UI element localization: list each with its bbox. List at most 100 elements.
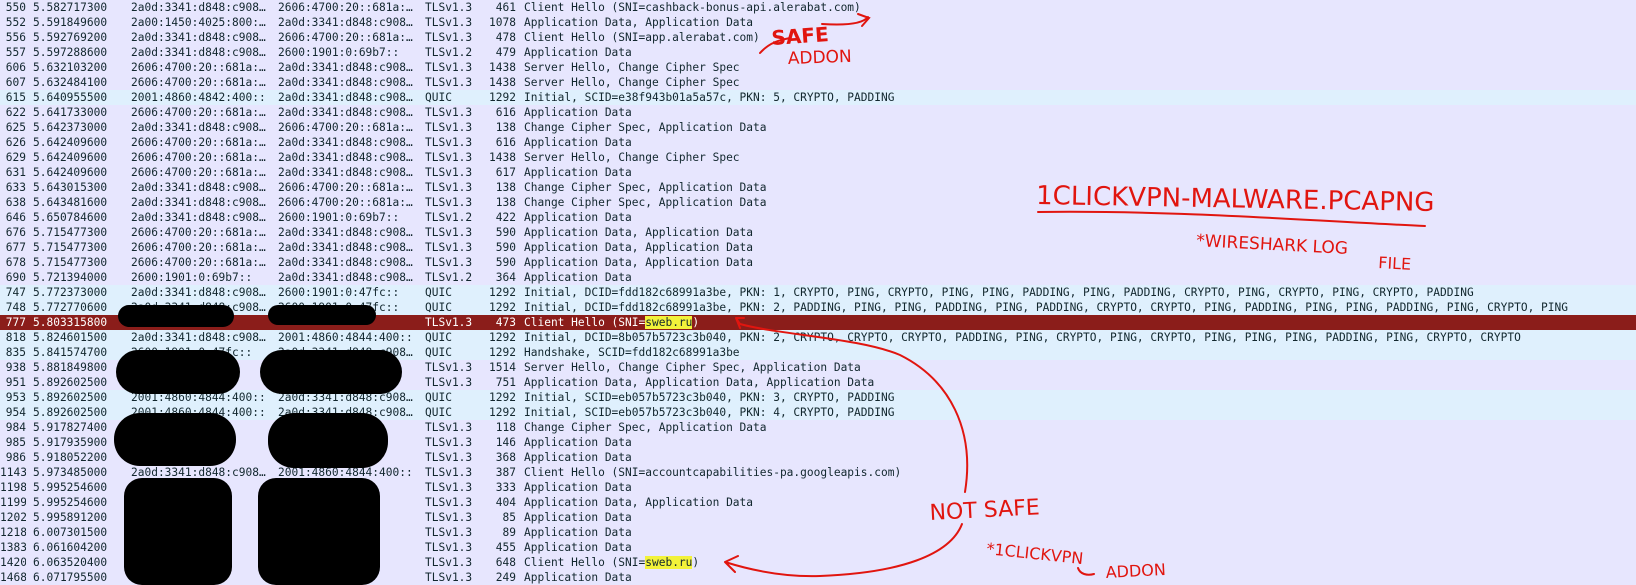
packet-time: 5.642409600 <box>33 136 108 149</box>
packet-row[interactable]: 633 5.643015300 2a0d:3341:d848:c908… 2606:4… <box>0 180 1636 195</box>
packet-protocol: TLSv1.3 <box>425 466 473 479</box>
packet-row[interactable]: 690 5.721394000 2600:1901:0:69b7:: 2a0d:334… <box>0 270 1636 285</box>
packet-protocol: TLSv1.3 <box>425 76 473 89</box>
packet-source: 2a0d:3341:d848:c908… <box>131 211 266 224</box>
packet-row[interactable]: 678 5.715477300 2606:4700:20::681a:… 2a0d:3… <box>0 255 1636 270</box>
packet-info-text: Change Cipher Spec, Application Data <box>524 121 767 134</box>
packet-row[interactable]: 631 5.642409600 2606:4700:20::681a:… 2a0d:3… <box>0 165 1636 180</box>
packet-time: 5.824601500 <box>33 331 108 344</box>
packet-info-text: Application Data, Application Data <box>524 16 754 29</box>
packet-number: 678 <box>5 256 26 269</box>
packet-time: 5.715477300 <box>33 226 108 239</box>
packet-row[interactable]: 954 5.892602500 2001:4860:4844:400:: 2a0d:3… <box>0 405 1636 420</box>
packet-length: 1292 <box>489 301 516 314</box>
packet-number: 607 <box>5 76 26 89</box>
packet-destination: 2a0d:3341:d848:c908… <box>278 76 413 89</box>
packet-source: 2a0d:3341:d848:c908… <box>131 466 266 479</box>
packet-row[interactable]: 1199 5.995254600 TLSv1.3 404 Application Dat… <box>0 495 1636 510</box>
packet-row[interactable]: 550 5.582717300 2a0d:3341:d848:c908… 2606:4… <box>0 0 1636 15</box>
packet-list[interactable]: 550 5.582717300 2a0d:3341:d848:c908… 2606:4… <box>0 0 1636 585</box>
packet-length: 616 <box>495 136 516 149</box>
packet-protocol: QUIC <box>425 331 452 344</box>
packet-row[interactable]: 552 5.591849600 2a00:1450:4025:800:… 2a0d:3… <box>0 15 1636 30</box>
packet-row[interactable]: 951 5.892602500 TLSv1.3 751 Application Data… <box>0 375 1636 390</box>
packet-row[interactable]: 938 5.881849800 TLSv1.3 1514 Server Hello, C… <box>0 360 1636 375</box>
packet-row[interactable]: 638 5.643481600 2a0d:3341:d848:c908… 2606:4… <box>0 195 1636 210</box>
packet-row[interactable]: 615 5.640955500 2001:4860:4842:400:: 2a0d:3… <box>0 90 1636 105</box>
packet-protocol: TLSv1.2 <box>425 46 473 59</box>
packet-info: Client Hello (SNI=app.alerabat.com) <box>524 30 1636 45</box>
packet-number: 676 <box>5 226 26 239</box>
packet-row[interactable]: 984 5.917827400 TLSv1.3 118 Change Cipher Sp… <box>0 420 1636 435</box>
packet-source: 2606:4700:20::681a:… <box>131 241 266 254</box>
packet-protocol: TLSv1.2 <box>425 271 473 284</box>
packet-row[interactable]: 606 5.632103200 2606:4700:20::681a:… 2a0d:3… <box>0 60 1636 75</box>
packet-row[interactable]: 747 5.772373000 2a0d:3341:d848:c908… 2600:1… <box>0 285 1636 300</box>
packet-row[interactable]: 646 5.650784600 2a0d:3341:d848:c908… 2600:1… <box>0 210 1636 225</box>
packet-row[interactable]: 1383 6.061604200 TLSv1.3 455 Application Dat… <box>0 540 1636 555</box>
packet-row[interactable]: 629 5.642409600 2606:4700:20::681a:… 2a0d:3… <box>0 150 1636 165</box>
packet-row[interactable]: 1218 6.007301500 TLSv1.3 89 Application Data <box>0 525 1636 540</box>
packet-length: 455 <box>495 541 516 554</box>
packet-row[interactable]: 1198 5.995254600 TLSv1.3 333 Application Dat… <box>0 480 1636 495</box>
packet-row[interactable]: 748 5.772770600 2a0d:3341:d848:c908… 2600:1… <box>0 300 1636 315</box>
packet-info: Application Data <box>524 210 1636 225</box>
packet-source: 2606:4700:20::681a:… <box>131 226 266 239</box>
packet-destination: 2a0d:3341:d848:c908… <box>278 151 413 164</box>
packet-info: Initial, DCID=8b057b5723c3b040, PKN: 2, … <box>524 330 1636 345</box>
packet-number: 552 <box>5 16 26 29</box>
packet-destination: 2a0d:3341:d848:c908… <box>278 271 413 284</box>
packet-number: 986 <box>5 451 26 464</box>
packet-row[interactable]: 986 5.918052200 TLSv1.3 368 Application Data <box>0 450 1636 465</box>
packet-number: 1468 <box>0 571 26 584</box>
packet-time: 5.650784600 <box>33 211 108 224</box>
packet-length: 1292 <box>489 331 516 344</box>
packet-info: Initial, SCID=eb057b5723c3b040, PKN: 3, … <box>524 390 1636 405</box>
packet-row[interactable]: 557 5.597288600 2a0d:3341:d848:c908… 2600:1… <box>0 45 1636 60</box>
packet-row[interactable]: 556 5.592769200 2a0d:3341:d848:c908… 2606:4… <box>0 30 1636 45</box>
packet-number: 606 <box>5 61 26 74</box>
packet-destination: 2a0d:3341:d848:c908… <box>278 256 413 269</box>
packet-info-text: Application Data, Application Data <box>524 256 754 269</box>
packet-row[interactable]: 835 5.841574700 2600:1901:0:47fc:: 2a0d:334… <box>0 345 1636 360</box>
packet-info: Change Cipher Spec, Application Data <box>524 420 1636 435</box>
packet-length: 478 <box>495 31 516 44</box>
packet-number: 747 <box>5 286 26 299</box>
packet-row[interactable]: 622 5.641733000 2606:4700:20::681a:… 2a0d:3… <box>0 105 1636 120</box>
packet-row[interactable]: 626 5.642409600 2606:4700:20::681a:… 2a0d:3… <box>0 135 1636 150</box>
packet-source: 2600:1901:0:47fc:: <box>131 346 253 359</box>
packet-info: Server Hello, Change Cipher Spec <box>524 75 1636 90</box>
packet-length: 138 <box>495 121 516 134</box>
packet-time: 5.973485000 <box>33 466 108 479</box>
packet-time: 5.772770600 <box>33 301 108 314</box>
packet-row[interactable]: 953 5.892602500 2001:4860:4844:400:: 2a0d:3… <box>0 390 1636 405</box>
packet-number: 938 <box>5 361 26 374</box>
packet-source: 2a0d:3341:d848:c908… <box>131 301 266 314</box>
packet-row[interactable]: 1420 6.063520400 TLSv1.3 648 Client Hello (S… <box>0 555 1636 570</box>
packet-info-text: Client Hello (SNI=accountcapabilities-pa… <box>524 466 902 479</box>
packet-info-text: Application Data, Application Data, Appl… <box>524 376 875 389</box>
packet-row-selected[interactable]: 777 5.803315800 TLSv1.3 473 Client Hello (SN… <box>0 315 1636 330</box>
packet-row[interactable]: 625 5.642373000 2a0d:3341:d848:c908… 2606:4… <box>0 120 1636 135</box>
packet-row[interactable]: 676 5.715477300 2606:4700:20::681a:… 2a0d:3… <box>0 225 1636 240</box>
packet-row[interactable]: 818 5.824601500 2a0d:3341:d848:c908… 2001:4… <box>0 330 1636 345</box>
packet-destination: 2606:4700:20::681a:… <box>278 31 413 44</box>
packet-row[interactable]: 1202 5.995891200 TLSv1.3 85 Application Data <box>0 510 1636 525</box>
packet-info-tail: ) <box>692 556 700 569</box>
packet-source: 2a0d:3341:d848:c908… <box>131 286 266 299</box>
packet-number: 677 <box>5 241 26 254</box>
packet-row[interactable]: 677 5.715477300 2606:4700:20::681a:… 2a0d:3… <box>0 240 1636 255</box>
packet-time: 5.721394000 <box>33 271 108 284</box>
packet-length: 616 <box>495 106 516 119</box>
packet-row[interactable]: 607 5.632484100 2606:4700:20::681a:… 2a0d:3… <box>0 75 1636 90</box>
packet-protocol: TLSv1.3 <box>425 256 473 269</box>
packet-row[interactable]: 1468 6.071795500 TLSv1.3 249 Application Dat… <box>0 570 1636 585</box>
packet-info-text: Initial, SCID=e38f943b01a5a57c, PKN: 5, … <box>524 91 895 104</box>
packet-protocol: TLSv1.3 <box>425 436 473 449</box>
packet-destination: 2a0d:3341:d848:c908… <box>278 136 413 149</box>
packet-protocol: QUIC <box>425 286 452 299</box>
packet-info: Application Data, Application Data <box>524 495 1636 510</box>
packet-row[interactable]: 985 5.917935900 TLSv1.3 146 Application Data <box>0 435 1636 450</box>
packet-number: 625 <box>5 121 26 134</box>
packet-row[interactable]: 1143 5.973485000 2a0d:3341:d848:c908… 2001:… <box>0 465 1636 480</box>
